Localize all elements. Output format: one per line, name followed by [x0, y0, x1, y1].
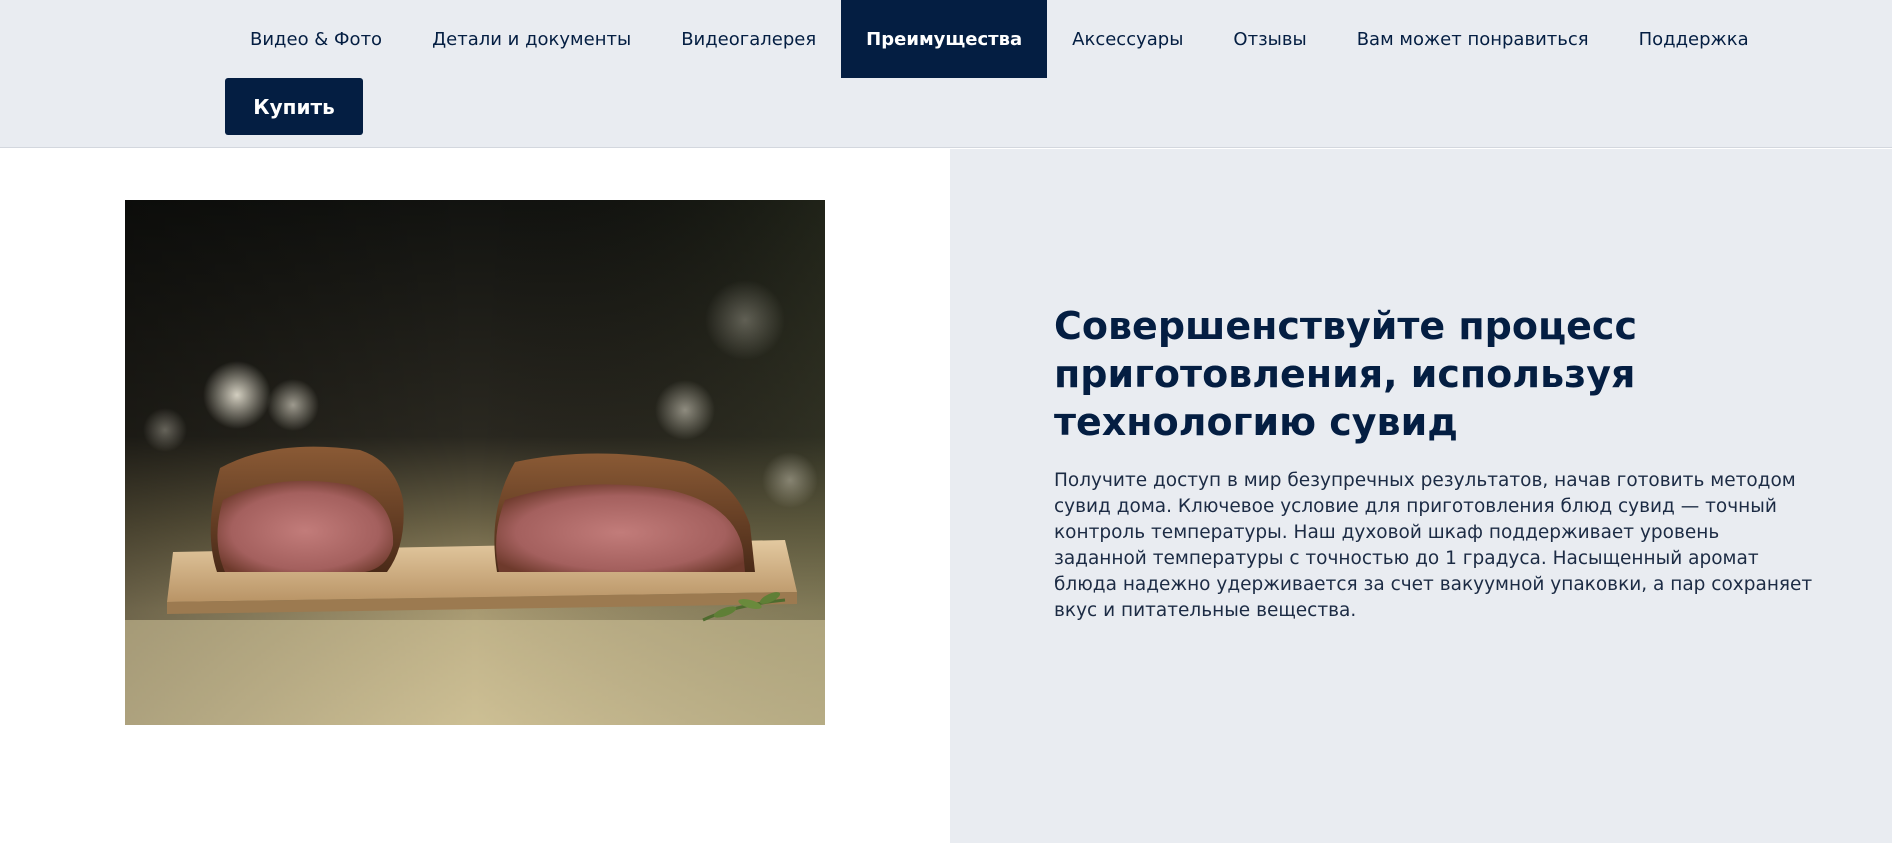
tab-you-may-like[interactable]: Вам может понравиться	[1332, 0, 1614, 78]
section-tabs: Видео & Фото Детали и документы Видеогал…	[225, 0, 1774, 78]
product-section-nav: Видео & Фото Детали и документы Видеогал…	[0, 0, 1892, 148]
tab-accessories[interactable]: Аксессуары	[1047, 0, 1208, 78]
tab-video-photo[interactable]: Видео & Фото	[225, 0, 407, 78]
feature-description: Получите доступ в мир безупречных резуль…	[1054, 470, 1813, 621]
tab-video-gallery[interactable]: Видеогалерея	[656, 0, 841, 78]
buy-button[interactable]: Купить	[225, 78, 363, 135]
feature-title: Совершенствуйте процесс приготовления, и…	[1054, 304, 1637, 444]
tab-support[interactable]: Поддержка	[1614, 0, 1774, 78]
sous-vide-meat-image	[125, 200, 825, 725]
tab-reviews[interactable]: Отзывы	[1208, 0, 1331, 78]
tab-details-documents[interactable]: Детали и документы	[407, 0, 656, 78]
tab-advantages[interactable]: Преимущества	[841, 0, 1048, 78]
